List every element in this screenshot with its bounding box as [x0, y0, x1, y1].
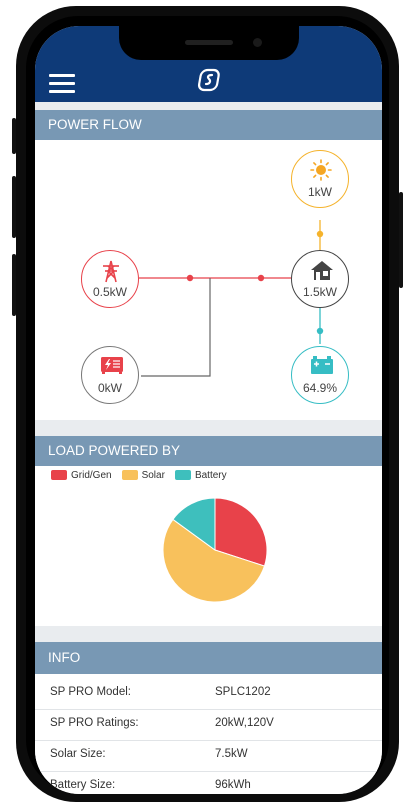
legend-item-grid[interactable]: Grid/Gen	[51, 470, 112, 481]
legend-swatch-grid	[51, 470, 67, 481]
power-button	[399, 192, 403, 288]
load-powered-header: LOAD POWERED BY	[35, 436, 382, 466]
battery-node[interactable]: 64.9%	[291, 346, 349, 404]
info-label: SP PRO Model:	[50, 686, 131, 698]
info-label: Solar Size:	[50, 748, 106, 760]
legend-label-solar: Solar	[141, 470, 165, 481]
power-tower-icon	[103, 260, 119, 283]
power-flow-panel: 1kW 0.5kW 1.5kW 0kW 64.9%	[35, 140, 382, 420]
house-icon	[311, 261, 333, 280]
legend-item-battery[interactable]: Battery	[174, 470, 227, 481]
legend-label-battery: Battery	[194, 470, 227, 481]
info-label: SP PRO Ratings:	[50, 717, 139, 729]
info-label: Battery Size:	[50, 779, 116, 791]
home-value: 1.5kW	[302, 285, 337, 299]
grid-node[interactable]: 0.5kW	[81, 250, 139, 308]
home-node[interactable]: 1.5kW	[291, 250, 349, 308]
power-flow-header: POWER FLOW	[35, 110, 382, 140]
info-header: INFO	[35, 642, 382, 674]
generator-value: 0kW	[98, 381, 122, 395]
solar-node[interactable]: 1kW	[291, 150, 349, 208]
legend-label-grid: Grid/Gen	[71, 470, 112, 481]
sun-icon	[310, 159, 332, 181]
info-divider	[35, 709, 382, 710]
load-powered-panel: Grid/Gen Solar Battery	[35, 466, 382, 626]
legend-swatch-battery	[174, 470, 191, 481]
sunpower-s-logo	[197, 68, 220, 92]
info-value: 96kWh	[215, 779, 251, 791]
generator-icon	[101, 357, 123, 374]
info-divider	[35, 740, 382, 741]
app-screen: POWER FLOW 1kW 0.5kW 1.5kW 0kW 64.9% LOA…	[35, 26, 382, 794]
mute-switch	[12, 118, 16, 154]
info-panel: SP PRO Model: SPLC1202 SP PRO Ratings: 20k…	[35, 674, 382, 794]
info-value: SPLC1202	[215, 686, 271, 698]
speaker-grille	[185, 40, 233, 45]
front-camera	[253, 38, 262, 47]
legend-swatch-solar	[121, 470, 138, 481]
info-row-solar-size: Solar Size: 7.5kW	[35, 748, 382, 772]
generator-node[interactable]: 0kW	[81, 346, 139, 404]
info-row-model: SP PRO Model: SPLC1202	[35, 686, 382, 710]
grid-value: 0.5kW	[92, 285, 127, 299]
solar-value: 1kW	[308, 185, 332, 199]
volume-up-button	[12, 176, 16, 238]
info-value: 20kW,120V	[215, 717, 274, 729]
battery-value: 64.9%	[302, 381, 338, 395]
load-pie-chart[interactable]	[155, 490, 275, 610]
hamburger-icon[interactable]	[49, 74, 75, 93]
volume-down-button	[12, 254, 16, 316]
battery-icon	[311, 356, 333, 374]
info-row-battery-size: Battery Size: 96kWh	[35, 779, 382, 794]
notch	[119, 26, 299, 60]
legend-item-solar[interactable]: Solar	[121, 470, 165, 481]
info-row-ratings: SP PRO Ratings: 20kW,120V	[35, 717, 382, 741]
pie-legend: Grid/Gen Solar Battery	[51, 470, 227, 481]
info-value: 7.5kW	[215, 748, 248, 760]
info-divider	[35, 771, 382, 772]
